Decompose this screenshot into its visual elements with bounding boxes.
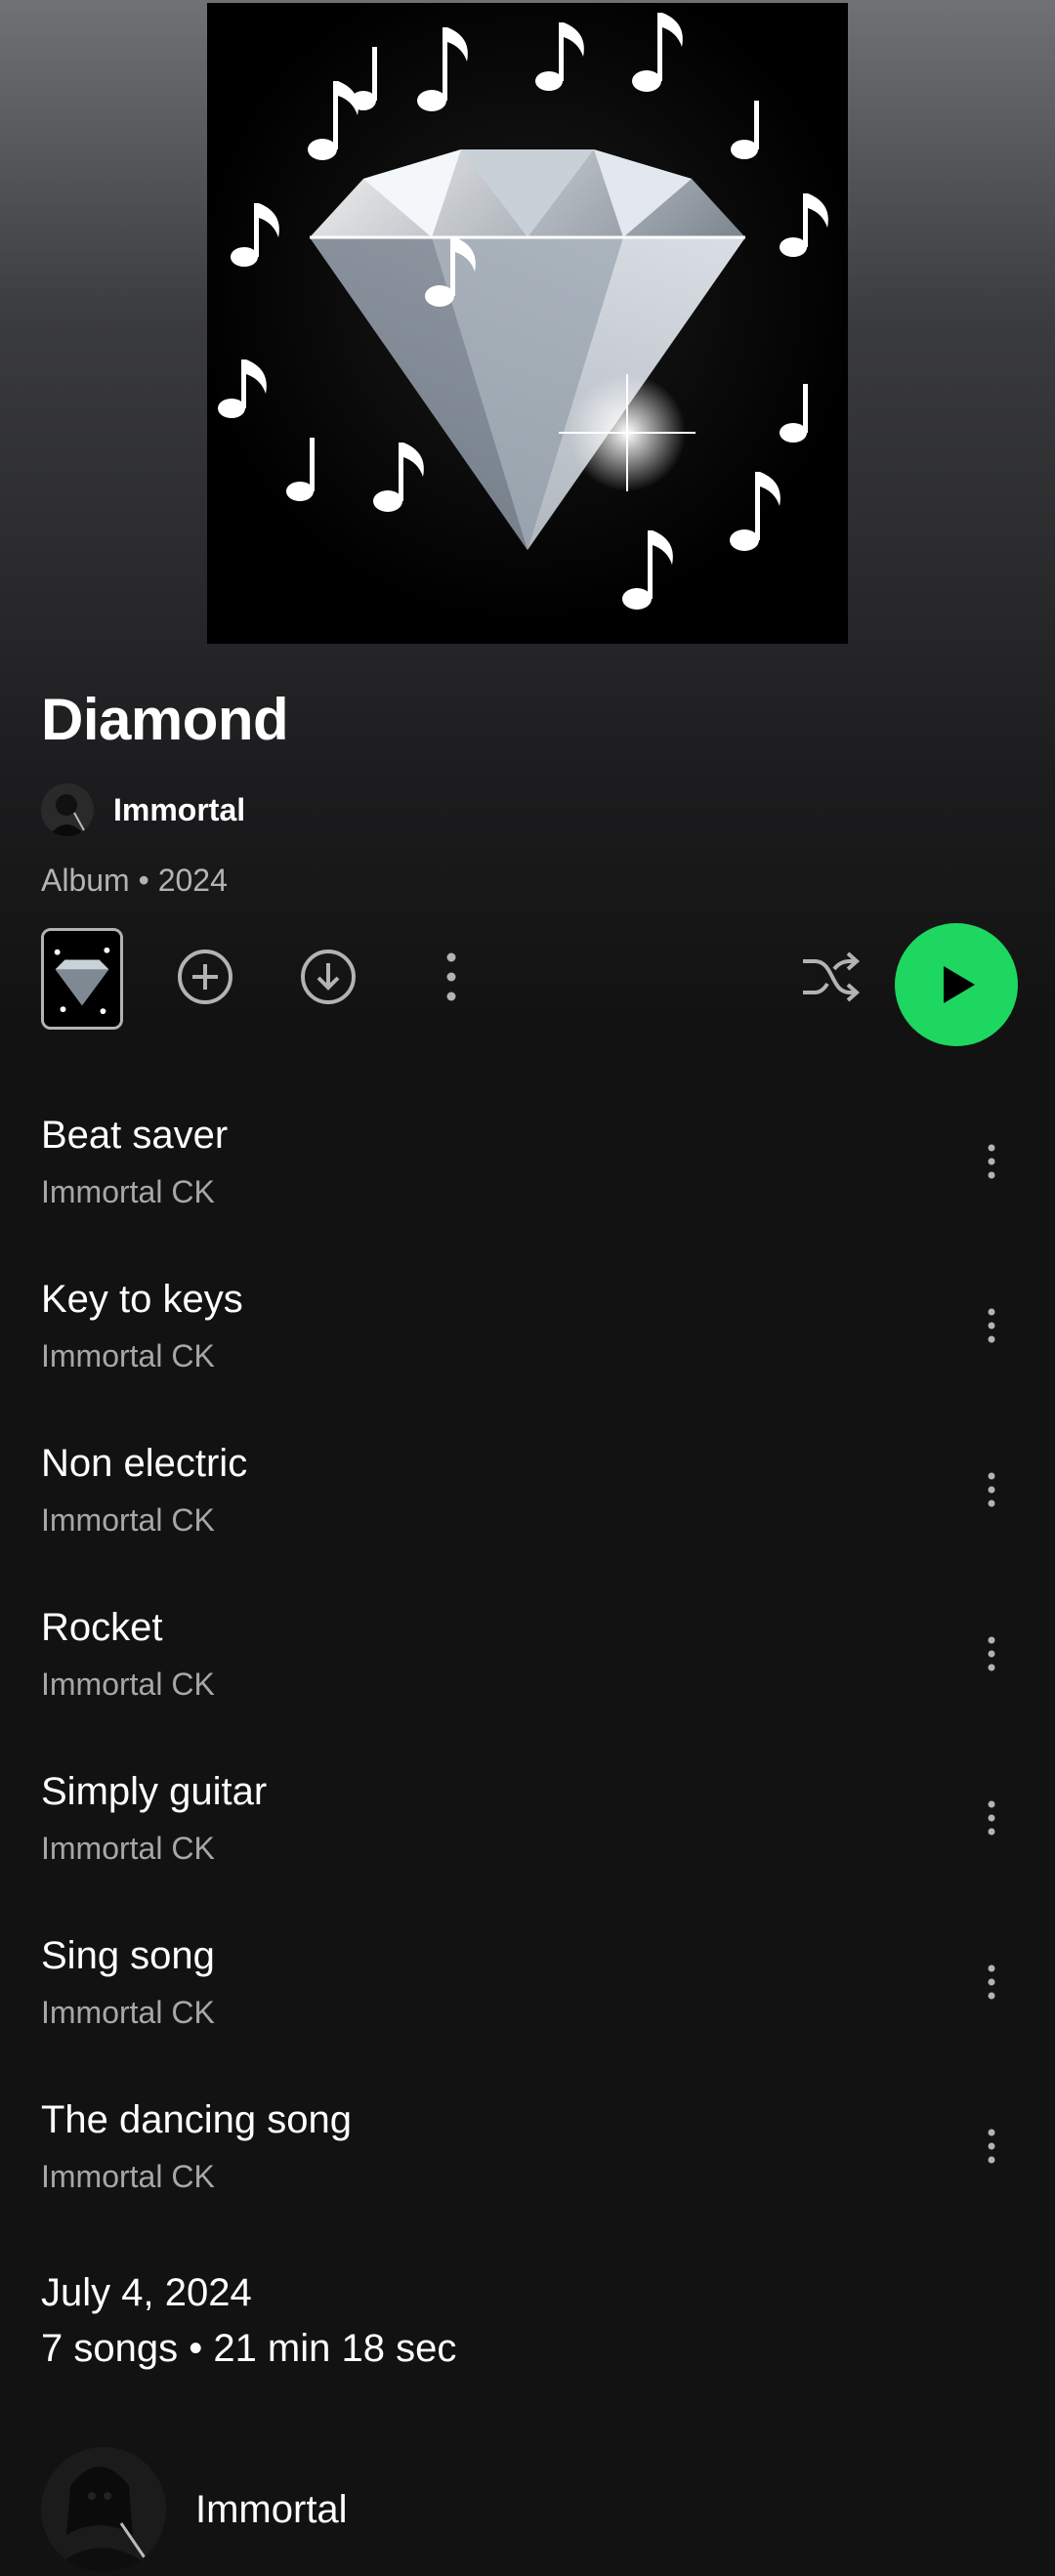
track-row[interactable]: Simply guitar Immortal CK xyxy=(0,1741,1055,1905)
action-bar xyxy=(0,923,1055,1050)
release-date: July 4, 2024 xyxy=(41,2271,252,2314)
play-button[interactable] xyxy=(895,923,1018,1046)
album-page: Diamond Immortal Album • 2024 Beat saver… xyxy=(0,0,1055,2576)
track-title: Key to keys xyxy=(41,1278,243,1321)
track-row[interactable]: Non electric Immortal CK xyxy=(0,1413,1055,1577)
track-more-button[interactable] xyxy=(957,1456,1026,1524)
track-row[interactable]: Rocket Immortal CK xyxy=(0,1577,1055,1741)
shuffle-icon xyxy=(803,951,861,1002)
vertical-dots-icon xyxy=(988,1308,995,1343)
track-title: Beat saver xyxy=(41,1114,229,1157)
artist-footer-name: Immortal xyxy=(195,2487,348,2531)
track-artist: Immortal CK xyxy=(41,1831,215,1866)
track-more-button[interactable] xyxy=(957,1948,1026,2016)
download-circle-icon xyxy=(301,950,356,1004)
track-title: Non electric xyxy=(41,1442,248,1485)
track-row[interactable]: Key to keys Immortal CK xyxy=(0,1248,1055,1413)
vertical-dots-icon xyxy=(988,1144,995,1179)
track-title: Simply guitar xyxy=(41,1770,268,1813)
track-more-button[interactable] xyxy=(957,1784,1026,1852)
vertical-dots-icon xyxy=(446,952,456,1001)
artist-avatar-large xyxy=(41,2447,166,2572)
album-cover xyxy=(207,3,848,644)
track-list: Beat saver Immortal CK Key to keys Immor… xyxy=(0,1084,1055,2233)
artist-name: Immortal xyxy=(113,791,246,827)
track-artist: Immortal CK xyxy=(41,1174,215,1209)
vertical-dots-icon xyxy=(988,1964,995,2000)
shuffle-button[interactable] xyxy=(796,943,865,1011)
album-artist-link[interactable]: Immortal xyxy=(41,783,245,836)
track-artist: Immortal CK xyxy=(41,1338,215,1373)
album-title: Diamond xyxy=(41,687,289,752)
vertical-dots-icon xyxy=(988,1636,995,1671)
diamond-cover-art xyxy=(218,13,828,610)
track-artist: Immortal CK xyxy=(41,1667,215,1702)
download-button[interactable] xyxy=(294,943,362,1011)
track-title: The dancing song xyxy=(41,2098,353,2141)
track-more-button[interactable] xyxy=(957,1620,1026,1688)
more-options-button[interactable] xyxy=(417,943,485,1011)
album-thumbnail-button[interactable] xyxy=(41,928,123,1030)
album-summary: 7 songs • 21 min 18 sec xyxy=(41,2327,457,2370)
plus-circle-icon xyxy=(178,950,232,1004)
track-row[interactable]: The dancing song Immortal CK xyxy=(0,2069,1055,2233)
track-artist: Immortal CK xyxy=(41,1995,215,2030)
vertical-dots-icon xyxy=(988,2129,995,2164)
play-icon xyxy=(944,966,975,1003)
vertical-dots-icon xyxy=(988,1472,995,1507)
track-more-button[interactable] xyxy=(957,2112,1026,2180)
artist-footer-link[interactable]: Immortal xyxy=(41,2447,348,2572)
track-row[interactable]: Sing song Immortal CK xyxy=(0,1905,1055,2069)
track-artist: Immortal CK xyxy=(41,1502,215,1538)
artist-avatar xyxy=(41,783,94,836)
track-row[interactable]: Beat saver Immortal CK xyxy=(0,1084,1055,1248)
track-artist: Immortal CK xyxy=(41,2159,215,2194)
track-title: Rocket xyxy=(41,1606,163,1649)
track-title: Sing song xyxy=(41,1934,215,1977)
vertical-dots-icon xyxy=(988,1800,995,1836)
album-meta: Album • 2024 xyxy=(41,863,228,898)
track-more-button[interactable] xyxy=(957,1127,1026,1196)
track-more-button[interactable] xyxy=(957,1291,1026,1360)
add-to-library-button[interactable] xyxy=(171,943,239,1011)
